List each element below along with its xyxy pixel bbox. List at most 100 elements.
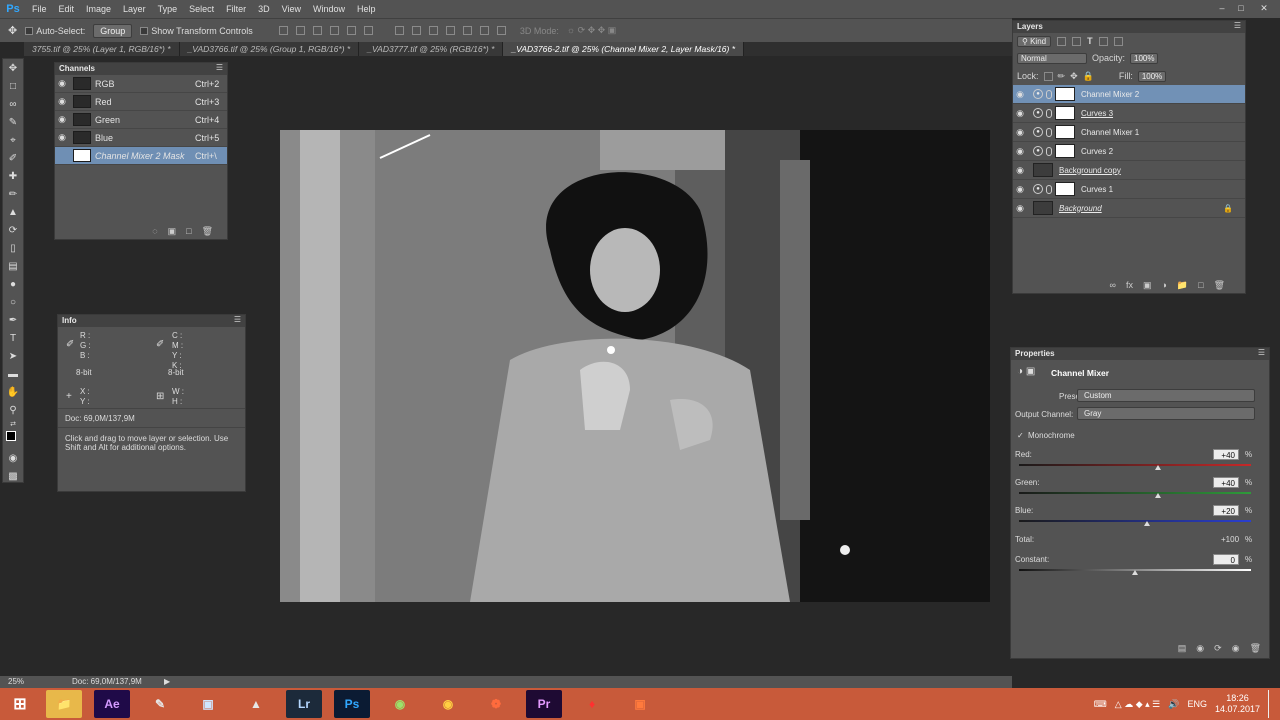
blur-tool-icon[interactable]: ● bbox=[3, 275, 23, 293]
3d-controls-icon[interactable]: ☼ ⟳ ✥ ✥ ▣ bbox=[567, 25, 616, 36]
layer-row[interactable]: ◉ ● Channel Mixer 1 bbox=[1013, 123, 1245, 142]
eye-icon[interactable]: ◉ bbox=[1013, 165, 1027, 176]
brush-tool-icon[interactable]: ✏ bbox=[3, 185, 23, 203]
media-encoder-icon[interactable]: ▣ bbox=[622, 690, 658, 718]
quick-select-tool-icon[interactable]: ✎ bbox=[3, 113, 23, 131]
distribute-middle-icon[interactable] bbox=[411, 26, 421, 35]
new-adjustment-icon[interactable]: ◑ bbox=[1161, 280, 1166, 291]
auto-select-dropdown[interactable]: Group bbox=[93, 23, 133, 38]
menu-3d[interactable]: 3D bbox=[252, 4, 276, 14]
panel-menu-icon[interactable]: ☰ bbox=[216, 63, 223, 72]
align-center-icon[interactable] bbox=[346, 26, 356, 35]
quick-mask-icon[interactable]: ◉ bbox=[3, 449, 23, 467]
shape-tool-icon[interactable]: ▬ bbox=[3, 365, 23, 383]
tab-doc-3[interactable]: _VAD3777.tif @ 25% (RGB/16*) * bbox=[359, 42, 504, 56]
transform-checkbox[interactable] bbox=[140, 26, 149, 35]
minimize-icon[interactable]: – bbox=[1216, 2, 1228, 14]
link-icon[interactable] bbox=[1046, 184, 1052, 194]
filter-type-icon[interactable]: T bbox=[1087, 36, 1093, 46]
swap-colors-icon[interactable]: ⇄ bbox=[3, 419, 23, 429]
layer-row[interactable]: ◉ Background copy bbox=[1013, 161, 1245, 180]
channel-row-red[interactable]: ◉ Red Ctrl+3 bbox=[55, 93, 227, 111]
restore-icon[interactable]: □ bbox=[1235, 2, 1247, 14]
type-tool-icon[interactable]: T bbox=[3, 329, 23, 347]
close-icon[interactable]: ✕ bbox=[1258, 2, 1270, 14]
photos-icon[interactable]: ▲ bbox=[238, 690, 274, 718]
after-effects-icon[interactable]: Ae bbox=[94, 690, 130, 718]
marquee-tool-icon[interactable]: □ bbox=[3, 77, 23, 95]
filter-shape-icon[interactable] bbox=[1098, 36, 1108, 46]
link-icon[interactable] bbox=[1046, 89, 1052, 99]
red-slider[interactable] bbox=[1019, 464, 1251, 466]
reset-icon[interactable]: ⟳ bbox=[1214, 643, 1222, 654]
distribute-bottom-icon[interactable] bbox=[428, 26, 438, 35]
tray-app-icons[interactable]: △ ☁ ◆ ▴ ☰ bbox=[1115, 699, 1160, 710]
eye-icon[interactable]: ◉ bbox=[55, 96, 69, 107]
opacity-input[interactable]: 100% bbox=[1130, 52, 1159, 64]
lock-image-icon[interactable]: ✏ bbox=[1058, 71, 1066, 82]
volume-icon[interactable]: 🔊 bbox=[1168, 699, 1179, 710]
foreground-color[interactable] bbox=[6, 431, 16, 441]
layer-mask-thumbnail[interactable] bbox=[1055, 87, 1075, 101]
eye-icon[interactable]: ◉ bbox=[1013, 89, 1027, 100]
new-group-icon[interactable]: 📁 bbox=[1177, 280, 1188, 291]
channel-row-green[interactable]: ◉ Green Ctrl+4 bbox=[55, 111, 227, 129]
layer-row[interactable]: ◉ ● Curves 3 bbox=[1013, 104, 1245, 123]
fx-icon[interactable]: fx bbox=[1126, 280, 1133, 291]
crop-tool-icon[interactable]: ⌖ bbox=[3, 131, 23, 149]
distribute-center-icon[interactable] bbox=[462, 26, 472, 35]
auto-select-option[interactable]: Auto-Select: bbox=[25, 26, 85, 36]
healing-tool-icon[interactable]: ✚ bbox=[3, 167, 23, 185]
align-middle-icon[interactable] bbox=[295, 26, 305, 35]
tab-doc-4[interactable]: _VAD3766-2.tif @ 25% (Channel Mixer 2, L… bbox=[503, 42, 745, 56]
add-mask-icon[interactable]: ▣ bbox=[1143, 280, 1152, 291]
eye-icon[interactable]: ◉ bbox=[55, 78, 69, 89]
eye-icon[interactable]: ◉ bbox=[1013, 203, 1027, 214]
delete-icon[interactable]: 🗑 bbox=[1214, 280, 1225, 291]
paint-icon[interactable]: ✎ bbox=[142, 690, 178, 718]
history-brush-tool-icon[interactable]: ⟳ bbox=[3, 221, 23, 239]
panel-menu-icon[interactable]: ☰ bbox=[234, 315, 241, 324]
green-value-input[interactable]: +40 bbox=[1213, 477, 1239, 488]
filter-smart-icon[interactable] bbox=[1113, 36, 1123, 46]
layer-mask-thumbnail[interactable] bbox=[1055, 182, 1075, 196]
menu-file[interactable]: File bbox=[26, 4, 53, 14]
distribute-top-icon[interactable] bbox=[394, 26, 404, 35]
menu-type[interactable]: Type bbox=[152, 4, 184, 14]
windows-start-icon[interactable]: ⊞ bbox=[6, 690, 34, 718]
distribute-right-icon[interactable] bbox=[479, 26, 489, 35]
menu-view[interactable]: View bbox=[276, 4, 307, 14]
language-indicator[interactable]: ENG bbox=[1187, 699, 1207, 709]
keyboard-icon[interactable]: ⌨ bbox=[1094, 699, 1107, 710]
menu-image[interactable]: Image bbox=[80, 4, 117, 14]
control-panel-icon[interactable]: ▣ bbox=[190, 690, 226, 718]
premiere-icon[interactable]: Pr bbox=[526, 690, 562, 718]
preset-dropdown[interactable]: Custom bbox=[1077, 389, 1255, 402]
panel-menu-icon[interactable]: ☰ bbox=[1258, 348, 1265, 357]
menu-help[interactable]: Help bbox=[351, 4, 382, 14]
file-explorer-icon[interactable]: 📁 bbox=[46, 690, 82, 718]
blue-slider-handle[interactable] bbox=[1143, 521, 1150, 526]
filter-pixel-icon[interactable] bbox=[1057, 36, 1067, 46]
channel-row-mask[interactable]: Channel Mixer 2 Mask Ctrl+\ bbox=[55, 147, 227, 165]
clip-to-layer-icon[interactable]: ▤ bbox=[1178, 643, 1187, 654]
menu-select[interactable]: Select bbox=[183, 4, 220, 14]
zoom-tool-icon[interactable]: ⚲ bbox=[3, 401, 23, 419]
menu-filter[interactable]: Filter bbox=[220, 4, 252, 14]
lightroom-icon[interactable]: Lr bbox=[286, 690, 322, 718]
link-icon[interactable] bbox=[1046, 108, 1052, 118]
align-bottom-icon[interactable] bbox=[312, 26, 322, 35]
eye-icon[interactable]: ◉ bbox=[1013, 146, 1027, 157]
link-layers-icon[interactable]: ∞ bbox=[1110, 280, 1116, 291]
constant-slider-handle[interactable] bbox=[1132, 570, 1138, 575]
lasso-tool-icon[interactable]: ∞ bbox=[3, 95, 23, 113]
constant-value-input[interactable]: 0 bbox=[1213, 554, 1239, 565]
transform-option[interactable]: Show Transform Controls bbox=[140, 26, 253, 36]
move-tool-icon[interactable]: ✥ bbox=[8, 24, 17, 37]
output-channel-dropdown[interactable]: Gray bbox=[1077, 407, 1255, 420]
layer-mask-thumbnail[interactable] bbox=[1055, 125, 1075, 139]
visibility-icon[interactable]: ◉ bbox=[1232, 643, 1240, 654]
layer-mask-thumbnail[interactable] bbox=[1055, 106, 1075, 120]
menu-edit[interactable]: Edit bbox=[53, 4, 81, 14]
davinci-icon[interactable]: ❁ bbox=[478, 690, 514, 718]
